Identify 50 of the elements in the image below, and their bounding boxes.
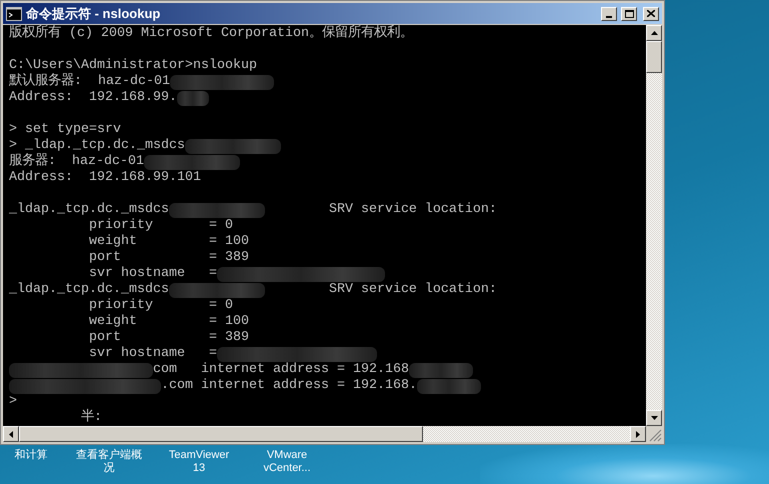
scroll-left-button[interactable] [3, 426, 19, 442]
console-text: _ldap._tcp.dc._msdcs [9, 282, 169, 298]
console-text: C:\Users\Administrator>nslookup [9, 58, 257, 73]
close-icon [647, 10, 655, 17]
redaction-blur [408, 362, 473, 378]
scroll-thumb[interactable] [19, 426, 423, 442]
horizontal-scrollbar[interactable] [3, 426, 646, 442]
up-arrow-icon [650, 31, 658, 35]
console-text: com internet address = 192.168 [153, 362, 409, 378]
maximize-icon [624, 10, 634, 18]
console-text: 服务器: haz-dc-01 [9, 154, 144, 170]
console-text: _ldap._tcp.dc._msdcs [9, 202, 169, 218]
console-text: 默认服务器: haz-dc-01 [9, 74, 170, 90]
console-text: 半: [80, 410, 102, 426]
console-text: > [9, 394, 17, 410]
console-text: Address: 192.168.99.101 [9, 170, 201, 186]
console-text: .com internet address = 192.168. [161, 378, 417, 394]
console-text: priority = 0 [88, 298, 233, 314]
redaction-blur [416, 378, 481, 394]
right-arrow-icon [636, 430, 640, 438]
console-text: port = 389 [88, 250, 249, 266]
console-text: > _ldap._tcp.dc._msdcs [9, 138, 185, 153]
console-text: priority = 0 [88, 218, 233, 234]
vertical-scrollbar[interactable] [646, 25, 662, 426]
terminal-icon [6, 6, 22, 20]
maximize-button[interactable] [621, 6, 637, 20]
console-text: Address: 192.168.99. [9, 90, 177, 106]
desktop-icon-label[interactable]: 和计算 [0, 449, 62, 462]
desktop-icon-label[interactable]: TeamViewer 13 [156, 449, 242, 475]
scroll-thumb[interactable] [646, 41, 662, 73]
console-text: > set type=srv [9, 122, 121, 138]
console-text: port = 389 [88, 330, 249, 346]
console-text: svr hostname = [88, 266, 217, 282]
scroll-up-button[interactable] [646, 25, 662, 41]
minimize-icon [606, 16, 612, 18]
close-button[interactable] [643, 6, 659, 20]
minimize-button[interactable] [601, 6, 617, 20]
console-text: SRV service location: [328, 202, 497, 218]
console-text: weight = 100 [88, 234, 249, 250]
scroll-right-button[interactable] [630, 426, 646, 442]
left-arrow-icon [9, 430, 13, 438]
down-arrow-icon [650, 416, 658, 420]
console-text: weight = 100 [88, 314, 249, 330]
console-text: svr hostname = [88, 346, 217, 362]
scroll-down-button[interactable] [646, 410, 662, 426]
desktop-icon-label[interactable]: VMware vCenter... [242, 449, 332, 475]
console-text: 版权所有 (c) 2009 Microsoft Corporation。保留所有权利。 [9, 26, 413, 42]
desktop-icon-label[interactable]: 查看客户端概 况 [62, 449, 156, 475]
window-title: 命令提示符 - nslookup [26, 4, 160, 23]
console-text: SRV service location: [328, 282, 497, 298]
